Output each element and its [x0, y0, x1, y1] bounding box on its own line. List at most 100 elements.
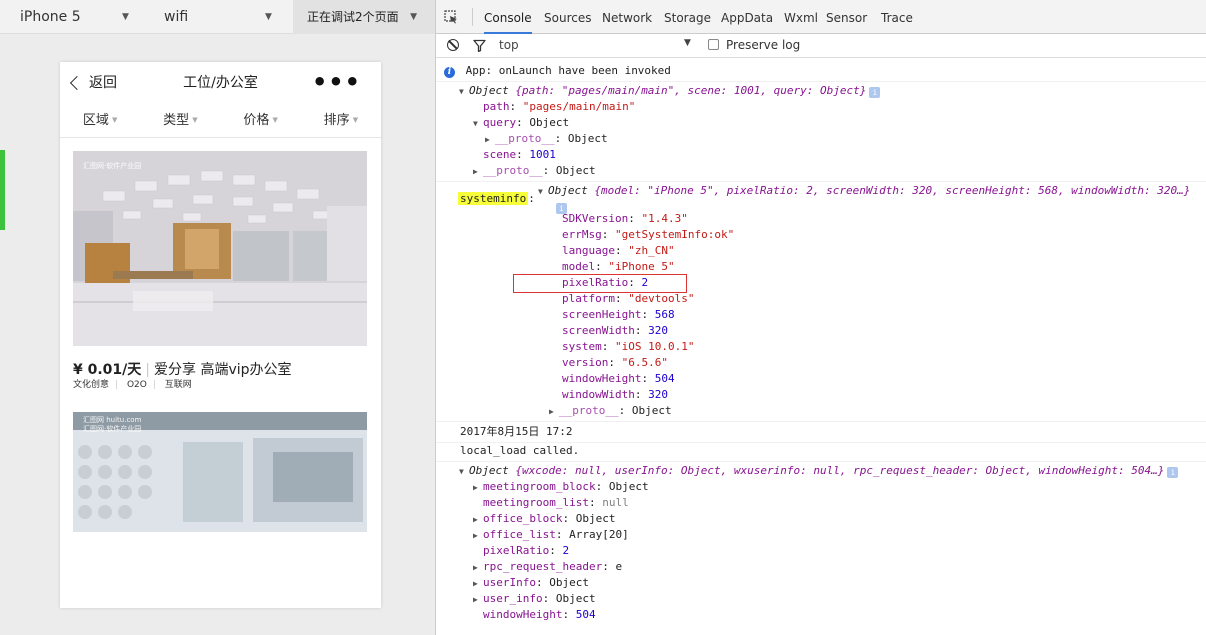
office-photo — [73, 151, 367, 346]
object-preview: {wxcode: null, userInfo: Object, wxuseri… — [515, 464, 1165, 477]
object-property[interactable]: ▶ meetingroom_block: Object — [473, 479, 649, 495]
expand-triangle-icon[interactable]: ▼ — [538, 184, 548, 200]
tab-storage[interactable]: Storage — [664, 0, 711, 34]
expand-triangle-icon[interactable]: ▶ — [549, 404, 559, 420]
tab-sensor[interactable]: Sensor — [826, 0, 867, 34]
object-property[interactable]: ▶ userInfo: Object — [473, 575, 589, 591]
info-badge-icon[interactable]: i — [869, 87, 881, 98]
object-summary[interactable]: ▼ Object {path: "pages/main/main", scene:… — [459, 83, 881, 100]
prop-value: e — [615, 560, 623, 573]
prop-key: __proto__ — [483, 164, 543, 177]
expand-triangle-icon[interactable]: ▼ — [473, 116, 483, 132]
tag: 互联网 — [164, 380, 192, 390]
triangle-down-icon: ▼ — [192, 116, 198, 124]
debug-pages-select[interactable]: 正在调试2个页面 ▼ — [293, 0, 435, 34]
object-property[interactable]: ▼ query: Object — [473, 115, 569, 131]
divider: | — [152, 380, 156, 390]
chevron-down-icon[interactable]: ▼ — [684, 38, 691, 48]
divider — [436, 81, 1206, 82]
chevron-down-icon: ▼ — [265, 12, 272, 22]
prop-value: Object — [608, 480, 649, 493]
more-menu-button[interactable]: ••• — [312, 70, 361, 94]
inspect-element-icon[interactable] — [444, 10, 458, 24]
console-message: systeminfo: — [458, 192, 535, 205]
preserve-log-checkbox[interactable] — [708, 39, 719, 50]
tab-console[interactable]: Console — [484, 0, 532, 34]
object-property[interactable]: ▶ office_block: Object — [473, 511, 615, 527]
object-summary[interactable]: ▼ Object {model: "iPhone 5", pixelRatio: … — [538, 183, 1190, 199]
prop-value: Object — [529, 116, 570, 129]
object-property[interactable]: ▶ office_list: Array[20] — [473, 527, 629, 543]
object-property[interactable]: ▶ __proto__: Object — [549, 403, 672, 419]
filter-sort[interactable]: 排序 ▼ — [301, 106, 381, 137]
expand-triangle-icon[interactable]: ▼ — [459, 84, 469, 100]
filter-type[interactable]: 类型 ▼ — [140, 106, 220, 137]
info-badge-icon[interactable]: i — [1167, 467, 1179, 478]
systeminfo-label: systeminfo — [458, 192, 529, 205]
network-select[interactable]: wifi ▼ — [164, 0, 284, 34]
info-icon: i — [444, 67, 455, 78]
prop-value: "devtools" — [628, 292, 695, 305]
tab-wxml[interactable]: Wxml — [784, 0, 818, 34]
tab-sources[interactable]: Sources — [544, 0, 591, 34]
expand-triangle-icon[interactable]: ▶ — [485, 132, 495, 148]
prop-key: screenHeight — [562, 308, 642, 321]
expand-triangle-icon[interactable]: ▼ — [459, 464, 469, 480]
tab-appdata[interactable]: AppData — [721, 0, 773, 34]
tab-trace[interactable]: Trace — [881, 0, 913, 34]
prop-value: 2 — [562, 544, 570, 557]
object-prefix: Object — [469, 84, 516, 97]
prop-value: 320 — [648, 324, 668, 337]
listing-title[interactable]: ¥ 0.01/天 | 爱分享 高端vip办公室 — [73, 359, 292, 379]
prop-key: errMsg — [562, 228, 602, 241]
object-property[interactable]: ▶ __proto__: Object — [473, 163, 596, 179]
expand-triangle-icon[interactable]: ▶ — [473, 592, 483, 608]
object-property: screenHeight: 568 — [562, 308, 675, 321]
expand-triangle-icon[interactable]: ▶ — [473, 576, 483, 592]
tag: 文化创意 — [73, 380, 110, 390]
object-summary[interactable]: ▼ Object {wxcode: null, userInfo: Object,… — [459, 463, 1179, 480]
object-property: language: "zh_CN" — [562, 244, 675, 257]
prop-key: path — [483, 100, 510, 113]
context-select[interactable]: top — [499, 38, 519, 52]
clear-console-icon[interactable] — [447, 39, 459, 51]
expand-triangle-icon[interactable]: ▶ — [473, 560, 483, 576]
prop-value: "zh_CN" — [628, 244, 675, 257]
object-property: windowWidth: 320 — [562, 388, 668, 401]
prop-value: Object — [575, 512, 616, 525]
object-property: path: "pages/main/main" — [483, 100, 636, 113]
prop-value: "6.5.6" — [621, 356, 668, 369]
filter-price[interactable]: 价格 ▼ — [221, 106, 301, 137]
object-property: model: "iPhone 5" — [562, 260, 675, 273]
object-property: errMsg: "getSystemInfo:ok" — [562, 228, 735, 241]
tab-network[interactable]: Network — [602, 0, 652, 34]
listing-price: ¥ 0.01/天 — [73, 362, 142, 378]
object-property[interactable]: ▶ user_info: Object — [473, 591, 596, 607]
listing-image[interactable]: 汇图网 huitu.com 汇图网·软件产业园 — [73, 412, 367, 532]
filter-area[interactable]: 区域 ▼ — [60, 106, 140, 137]
object-property[interactable]: ▶ rpc_request_header: e — [473, 559, 622, 575]
back-label: 返回 — [89, 75, 117, 91]
message-text: App: onLaunch have been invoked — [465, 64, 671, 77]
object-property[interactable]: ▶ __proto__: Object — [485, 131, 608, 147]
preserve-log-label: Preserve log — [726, 38, 801, 52]
filter-label: 价格 — [243, 113, 270, 128]
object-preview: {path: "pages/main/main", scene: 1001, q… — [515, 84, 867, 97]
prop-value: 568 — [654, 308, 675, 321]
back-button[interactable]: 返回 — [68, 72, 117, 94]
simulator-pane: iPhone 5 ▼ wifi ▼ 正在调试2个页面 ▼ 工位/办公室 返回 •… — [0, 0, 435, 635]
expand-triangle-icon[interactable]: ▶ — [473, 164, 483, 180]
object-property: platform: "devtools" — [562, 292, 695, 305]
filter-icon[interactable] — [473, 39, 486, 52]
prop-key: query — [483, 116, 517, 129]
expand-triangle-icon[interactable]: ▶ — [473, 512, 483, 528]
divider — [472, 8, 473, 26]
listing-image[interactable]: 汇图网·软件产业园 — [73, 151, 367, 346]
console-toolbar: top ▼ Preserve log — [436, 34, 1206, 58]
expand-triangle-icon[interactable]: ▶ — [473, 480, 483, 496]
prop-value: "iPhone 5" — [608, 260, 675, 273]
device-select[interactable]: iPhone 5 ▼ — [20, 0, 140, 34]
divider: | — [115, 380, 119, 390]
expand-triangle-icon[interactable]: ▶ — [473, 528, 483, 544]
object-property: version: "6.5.6" — [562, 356, 668, 369]
